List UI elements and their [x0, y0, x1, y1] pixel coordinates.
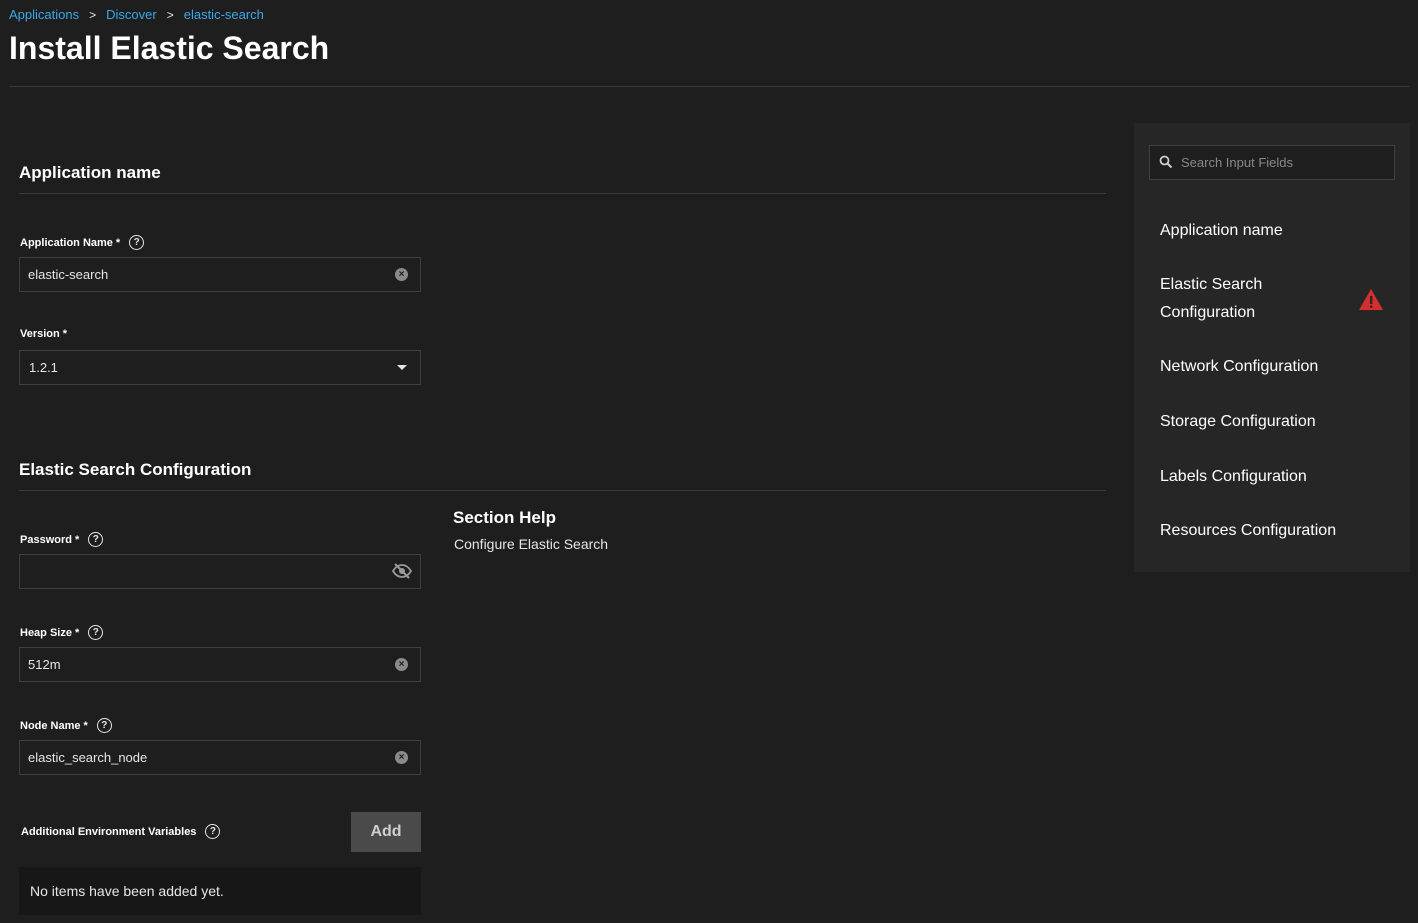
- heap-size-label: Heap Size * ?: [20, 625, 104, 640]
- node-name-label-text: Node Name: [20, 719, 81, 732]
- required-marker: *: [115, 236, 121, 249]
- help-icon[interactable]: ?: [96, 718, 112, 733]
- add-env-var-button[interactable]: Add: [351, 812, 421, 852]
- nav-item-application-name[interactable]: Application name: [1160, 217, 1360, 245]
- clear-icon[interactable]: ×: [395, 658, 408, 671]
- version-select[interactable]: 1.2.1: [19, 350, 421, 385]
- section-help-text: Configure Elastic Search: [454, 536, 609, 552]
- application-name-input[interactable]: [28, 258, 388, 291]
- section-title-application-name: Application name: [19, 163, 161, 182]
- empty-state-text: No items have been added yet.: [30, 883, 224, 899]
- heap-size-input[interactable]: [28, 648, 388, 681]
- search-icon: [1159, 155, 1173, 174]
- env-vars-label: Additional Environment Variables ?: [21, 824, 221, 839]
- breadcrumb-applications[interactable]: Applications: [9, 7, 79, 22]
- page-title: Install Elastic Search: [9, 30, 330, 66]
- required-marker: *: [83, 719, 88, 732]
- application-name-label-text: Application Name: [20, 236, 113, 249]
- eye-off-icon[interactable]: [391, 562, 413, 585]
- version-value: 1.2.1: [29, 360, 58, 375]
- clear-icon[interactable]: ×: [395, 751, 408, 764]
- password-input[interactable]: [28, 555, 388, 588]
- section-title-elastic-search-configuration: Elastic Search Configuration: [19, 460, 252, 479]
- version-label-text: Version: [20, 328, 60, 340]
- chevron-down-icon[interactable]: [397, 365, 407, 370]
- env-vars-label-text: Additional Environment Variables: [21, 825, 197, 838]
- help-icon[interactable]: ?: [88, 625, 104, 640]
- node-name-input[interactable]: [28, 741, 388, 774]
- help-icon[interactable]: ?: [88, 532, 104, 547]
- nav-item-elastic-search-configuration[interactable]: Elastic Search Configuration: [1160, 271, 1310, 327]
- nav-item-storage-configuration[interactable]: Storage Configuration: [1160, 408, 1360, 436]
- env-vars-empty-state: No items have been added yet.: [19, 867, 421, 915]
- clear-icon[interactable]: ×: [395, 268, 408, 281]
- node-name-label: Node Name * ?: [20, 718, 112, 733]
- required-marker: *: [74, 533, 80, 546]
- search-field: [1149, 145, 1395, 180]
- nav-item-network-configuration[interactable]: Network Configuration: [1160, 353, 1360, 381]
- application-name-label: Application Name * ?: [20, 235, 145, 250]
- section-help-title: Section Help: [453, 508, 556, 527]
- heap-size-field: ×: [19, 647, 421, 682]
- breadcrumb-separator: >: [89, 7, 97, 22]
- help-icon[interactable]: ?: [129, 235, 145, 250]
- node-name-field: ×: [19, 740, 421, 775]
- password-label-text: Password: [20, 533, 72, 546]
- search-input[interactable]: [1181, 146, 1386, 179]
- nav-item-labels-configuration[interactable]: Labels Configuration: [1160, 463, 1360, 491]
- breadcrumb-discover[interactable]: Discover: [106, 7, 157, 22]
- version-label: Version *: [20, 328, 67, 340]
- breadcrumb-separator: >: [166, 7, 174, 22]
- password-field: [19, 554, 421, 589]
- header-divider: [9, 86, 1409, 87]
- nav-item-resources-configuration[interactable]: Resources Configuration: [1160, 517, 1360, 545]
- heap-size-label-text: Heap Size: [20, 626, 72, 639]
- breadcrumb-elastic-search[interactable]: elastic-search: [184, 7, 264, 22]
- section-nav-panel: Application name Elastic Search Configur…: [1134, 123, 1410, 572]
- section-divider: [19, 490, 1106, 491]
- warning-icon: [1358, 288, 1384, 317]
- help-icon[interactable]: ?: [205, 824, 221, 839]
- required-marker: *: [62, 328, 68, 340]
- section-divider: [19, 193, 1106, 194]
- password-label: Password * ?: [20, 532, 104, 547]
- required-marker: *: [74, 626, 80, 639]
- application-name-field: ×: [19, 257, 421, 292]
- breadcrumb: Applications > Discover > elastic-search: [9, 7, 264, 22]
